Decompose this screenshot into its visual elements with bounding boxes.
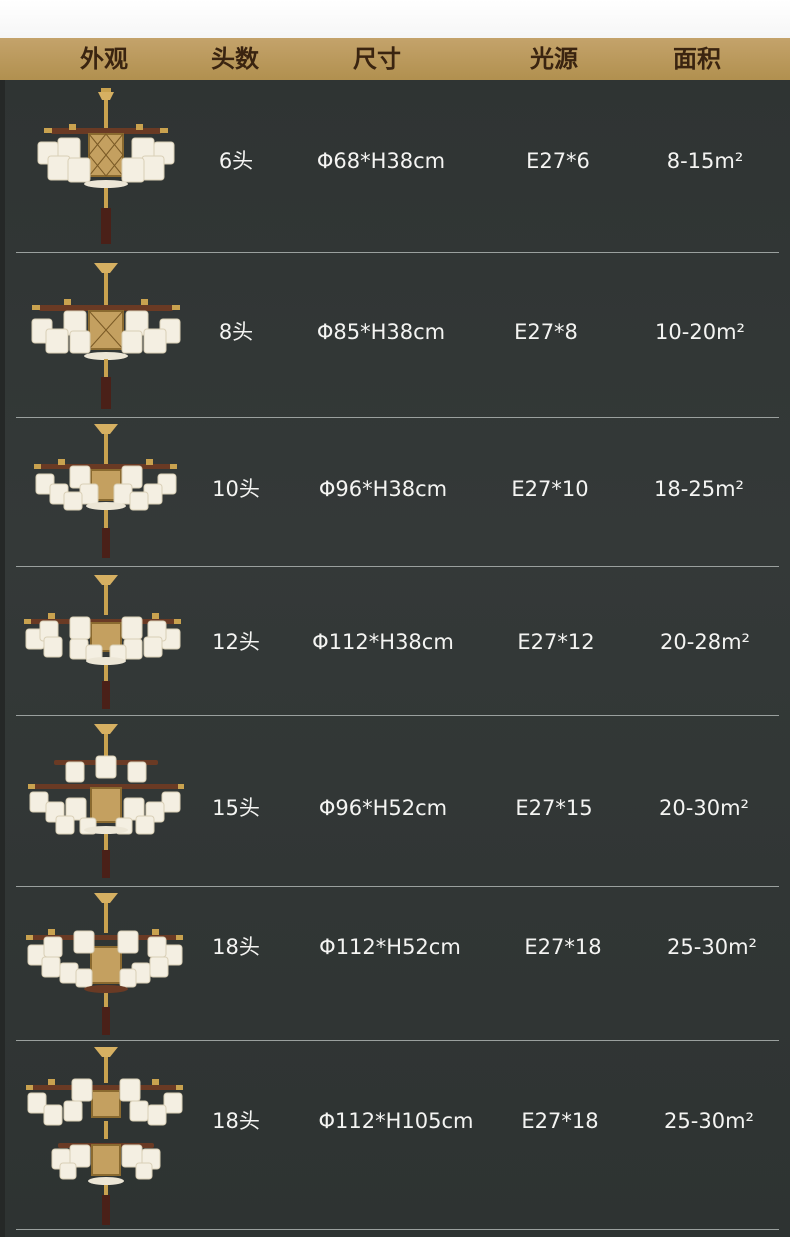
size-cell: Φ112*H52cm xyxy=(319,935,461,959)
light-cell: E27*12 xyxy=(517,630,595,654)
table-row: 15头 Φ96*H52cm E27*15 20-30m² xyxy=(0,716,790,887)
size-cell: Φ112*H38cm xyxy=(312,630,454,654)
light-cell: E27*8 xyxy=(514,320,578,344)
heads-cell: 18头 xyxy=(212,935,260,959)
row-divider xyxy=(16,1229,779,1230)
area-cell: 18-25m² xyxy=(654,477,744,501)
chandelier-18-heads-tall-image xyxy=(24,1045,184,1227)
size-cell: Φ96*H52cm xyxy=(318,796,448,820)
area-cell: 10-20m² xyxy=(655,320,745,344)
heads-cell: 10头 xyxy=(212,477,260,501)
header-light-source: 光源 xyxy=(530,44,578,73)
area-cell: 25-30m² xyxy=(664,1109,754,1133)
heads-cell: 12头 xyxy=(212,630,260,654)
table-row: 18头 Φ112*H105cm E27*18 25-30m² xyxy=(0,1041,790,1231)
area-cell: 20-30m² xyxy=(659,796,749,820)
heads-cell: 8头 xyxy=(218,320,254,344)
area-cell: 8-15m² xyxy=(666,149,744,173)
size-cell: Φ85*H38cm xyxy=(316,320,446,344)
chandelier-12-heads-image xyxy=(24,573,184,713)
header-heads: 头数 xyxy=(211,44,259,73)
table-row: 12头 Φ112*H38cm E27*12 20-28m² xyxy=(0,567,790,716)
table-row: 6头 Φ68*H38cm E27*6 8-15m² xyxy=(0,80,790,253)
size-cell: Φ112*H105cm xyxy=(318,1109,474,1133)
light-cell: E27*10 xyxy=(511,477,589,501)
heads-cell: 6头 xyxy=(218,149,254,173)
light-cell: E27*18 xyxy=(521,1109,599,1133)
heads-cell: 15头 xyxy=(212,796,260,820)
chandelier-8-heads-image xyxy=(24,259,184,414)
header-size: 尺寸 xyxy=(353,44,401,73)
area-cell: 20-28m² xyxy=(660,630,750,654)
heads-cell: 18头 xyxy=(212,1109,260,1133)
light-cell: E27*18 xyxy=(524,935,602,959)
header-area: 面积 xyxy=(673,44,721,73)
size-cell: Φ68*H38cm xyxy=(316,149,446,173)
chandelier-15-heads-image xyxy=(24,722,184,882)
table-row: 10头 Φ96*H38cm E27*10 18-25m² xyxy=(0,418,790,567)
size-cell: Φ96*H38cm xyxy=(318,477,448,501)
chandelier-6-heads-image xyxy=(24,84,184,249)
light-cell: E27*6 xyxy=(526,149,590,173)
table-header: 外观 头数 尺寸 光源 面积 xyxy=(0,38,790,81)
table-row: 18头 Φ112*H52cm E27*18 25-30m² xyxy=(0,887,790,1041)
area-cell: 25-30m² xyxy=(667,935,757,959)
chandelier-10-heads-image xyxy=(24,422,184,564)
chandelier-18-heads-image xyxy=(24,891,184,1039)
table-row: 8头 Φ85*H38cm E27*8 10-20m² xyxy=(0,253,790,418)
light-cell: E27*15 xyxy=(515,796,593,820)
top-band xyxy=(0,0,790,38)
